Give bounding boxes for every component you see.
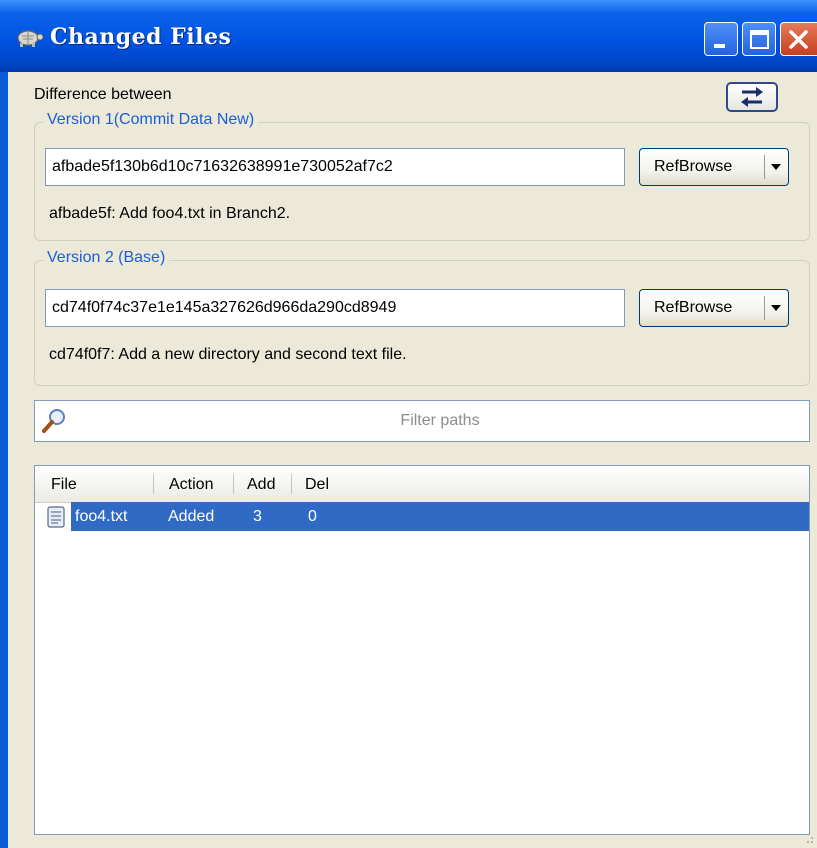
version1-legend: Version 1(Commit Data New)	[43, 111, 259, 129]
version1-group: Version 1(Commit Data New) RefBrowse afb…	[34, 111, 810, 241]
dialog-body: Difference between Version 1(Commit Data…	[8, 72, 817, 848]
difference-label: Difference between	[34, 86, 172, 103]
minimize-icon	[714, 44, 725, 48]
maximize-icon	[750, 30, 769, 49]
version1-hash-input[interactable]	[45, 148, 625, 186]
dropdown-arrow-icon[interactable]	[771, 305, 781, 311]
version2-group: Version 2 (Base) RefBrowse cd74f0f7: Add…	[34, 249, 810, 386]
column-header-action[interactable]: Action	[169, 476, 213, 494]
column-divider[interactable]	[233, 474, 234, 494]
changed-files-list[interactable]: File Action Add Del foo4.txt Added 3 0	[34, 465, 810, 835]
version1-description: afbade5f: Add foo4.txt in Branch2.	[49, 205, 291, 222]
cell-add: 3	[253, 508, 262, 525]
version2-hash-input[interactable]	[45, 289, 625, 327]
close-icon	[789, 30, 808, 49]
tortoise-icon	[17, 30, 44, 47]
list-header: File Action Add Del	[35, 466, 809, 503]
column-header-add[interactable]: Add	[247, 476, 275, 494]
cell-file: foo4.txt	[75, 508, 128, 525]
cell-action: Added	[168, 508, 215, 525]
column-header-file[interactable]: File	[51, 476, 77, 494]
dropdown-arrow-icon[interactable]	[771, 164, 781, 170]
title-bar[interactable]: Changed Files	[0, 0, 817, 72]
minimize-button[interactable]	[704, 22, 738, 56]
refbrowse-label: RefBrowse	[654, 158, 733, 175]
button-separator	[764, 296, 765, 320]
close-button[interactable]	[780, 22, 817, 56]
version2-description: cd74f0f7: Add a new directory and second…	[49, 346, 407, 363]
resize-grip-icon[interactable]	[804, 836, 814, 846]
search-icon	[42, 409, 65, 433]
refbrowse-label: RefBrowse	[654, 299, 733, 316]
swap-versions-button[interactable]	[726, 82, 778, 112]
changed-files-window: Changed Files Difference between Version…	[0, 0, 817, 848]
version1-refbrowse-button[interactable]: RefBrowse	[639, 148, 789, 186]
version2-legend: Version 2 (Base)	[43, 249, 170, 267]
column-divider[interactable]	[291, 474, 292, 494]
cell-del: 0	[308, 508, 317, 525]
swap-arrows-icon	[741, 87, 763, 107]
table-row[interactable]: foo4.txt Added 3 0	[35, 502, 809, 531]
version2-refbrowse-button[interactable]: RefBrowse	[639, 289, 789, 327]
filter-box[interactable]	[34, 400, 810, 442]
column-divider[interactable]	[153, 474, 154, 494]
text-file-icon	[47, 506, 65, 528]
window-title: Changed Files	[50, 24, 232, 50]
button-separator	[764, 155, 765, 179]
filter-paths-input[interactable]	[75, 401, 805, 441]
column-header-del[interactable]: Del	[305, 476, 329, 494]
maximize-button[interactable]	[742, 22, 776, 56]
